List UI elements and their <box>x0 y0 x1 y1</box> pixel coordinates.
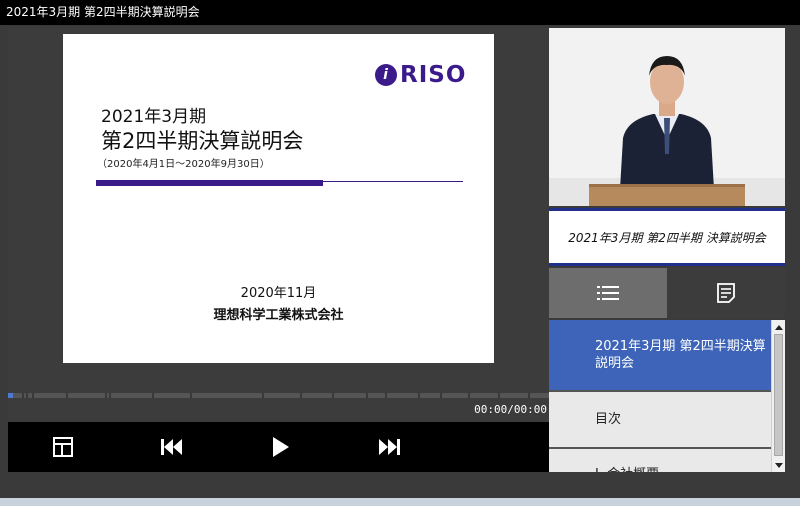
chapter-item[interactable]: Ⅰ. 会社概要 <box>549 447 771 472</box>
layout-button[interactable] <box>48 432 78 462</box>
tab-chapters[interactable] <box>549 268 667 318</box>
layout-icon <box>53 437 73 457</box>
scroll-down-icon[interactable] <box>772 459 785 471</box>
player-window: 2021年3月期 第2四半期決算説明会 i RISO 2021年3月期 第2四半… <box>0 0 800 506</box>
riso-logo-text: RISO <box>400 62 467 88</box>
slide-rule-thin <box>323 181 463 182</box>
caption-text: 2021年3月期 第2四半期 決算説明会 <box>568 231 766 245</box>
notes-icon <box>717 283 735 303</box>
skip-next-icon <box>379 439 400 455</box>
time-bar: 00:00/00:00 <box>8 398 549 422</box>
riso-logo-mark-icon: i <box>375 64 397 86</box>
panel-tabs <box>549 268 785 318</box>
timecode: 00:00/00:00 <box>474 403 547 416</box>
right-edge <box>785 28 800 472</box>
slide-fiscal-year: 2021年3月期 <box>101 107 207 127</box>
slide-company: 理想科学工業株式会社 <box>213 308 344 323</box>
scroll-thumb[interactable] <box>774 334 783 456</box>
slide-rule-thick <box>96 180 323 186</box>
window-frame <box>0 498 800 506</box>
next-button[interactable] <box>374 432 404 462</box>
tab-notes[interactable] <box>667 268 785 318</box>
slide-stage: i RISO 2021年3月期 第2四半期決算説明会 （2020年4月1日～20… <box>8 28 549 393</box>
presenter-video[interactable] <box>549 28 785 206</box>
presenter-image <box>549 28 785 206</box>
list-icon <box>597 286 619 300</box>
play-button[interactable] <box>266 432 296 462</box>
play-icon <box>273 437 289 457</box>
skip-previous-icon <box>161 439 182 455</box>
slide-date: 2020年11月 <box>240 286 317 301</box>
bottom-strip <box>0 472 800 498</box>
chapter-item[interactable]: 2021年3月期 第2四半期決算説明会 <box>549 320 771 390</box>
chapter-scrollbar[interactable] <box>771 320 785 472</box>
scroll-up-icon[interactable] <box>772 321 785 333</box>
slide-title: 第2四半期決算説明会 <box>101 129 304 153</box>
chapter-list: 2021年3月期 第2四半期決算説明会 目次 Ⅰ. 会社概要 <box>549 320 771 472</box>
slide: i RISO 2021年3月期 第2四半期決算説明会 （2020年4月1日～20… <box>63 34 494 363</box>
slide-period: （2020年4月1日～2020年9月30日） <box>97 159 270 170</box>
previous-button[interactable] <box>157 432 187 462</box>
chapter-item[interactable]: 目次 <box>549 390 771 447</box>
player-controls <box>8 422 549 472</box>
presenter-caption: 2021年3月期 第2四半期 決算説明会 <box>549 208 785 266</box>
riso-logo: i RISO <box>375 62 466 88</box>
window-title: 2021年3月期 第2四半期決算説明会 <box>0 0 800 25</box>
